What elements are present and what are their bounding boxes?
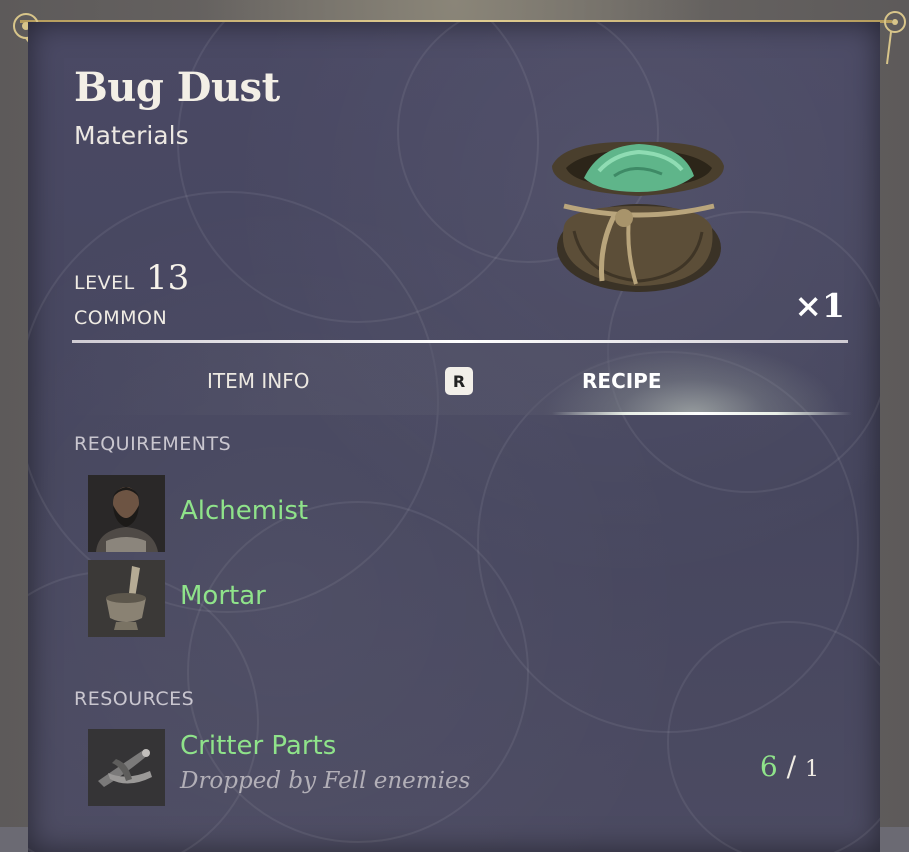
tab-recipe[interactable]: RECIPE <box>582 369 662 393</box>
item-level: 13 <box>146 258 190 298</box>
resource-count: 6 / 1 <box>760 750 819 783</box>
resource-separator: / <box>786 750 797 783</box>
resource-need: 1 <box>805 757 819 782</box>
requirement-mortar: Mortar <box>180 581 266 611</box>
item-rarity: COMMON <box>74 307 168 329</box>
resource-critter-parts: Critter Parts <box>180 731 337 761</box>
ornament-right-icon <box>884 11 906 65</box>
requirements-heading: REQUIREMENTS <box>74 433 232 455</box>
item-quantity: ×1 <box>794 286 845 325</box>
bug-dust-pouch-icon <box>552 141 724 292</box>
level-label: LEVEL <box>74 272 135 294</box>
switch-tab-key-hint[interactable]: R <box>445 367 473 395</box>
tab-item-info[interactable]: ITEM INFO <box>207 369 309 393</box>
alchemist-portrait-icon <box>88 475 165 552</box>
active-tab-underline <box>552 412 852 415</box>
item-title: Bug Dust <box>74 64 280 111</box>
mortar-icon <box>88 560 165 637</box>
item-category: Materials <box>74 121 189 150</box>
tab-bar: ITEM INFO R RECIPE <box>72 343 852 415</box>
critter-parts-icon <box>88 729 165 806</box>
resources-heading: RESOURCES <box>74 688 195 710</box>
resource-have: 6 <box>759 750 778 783</box>
resource-source: Dropped by Fell enemies <box>180 768 471 794</box>
requirement-alchemist: Alchemist <box>180 496 309 526</box>
